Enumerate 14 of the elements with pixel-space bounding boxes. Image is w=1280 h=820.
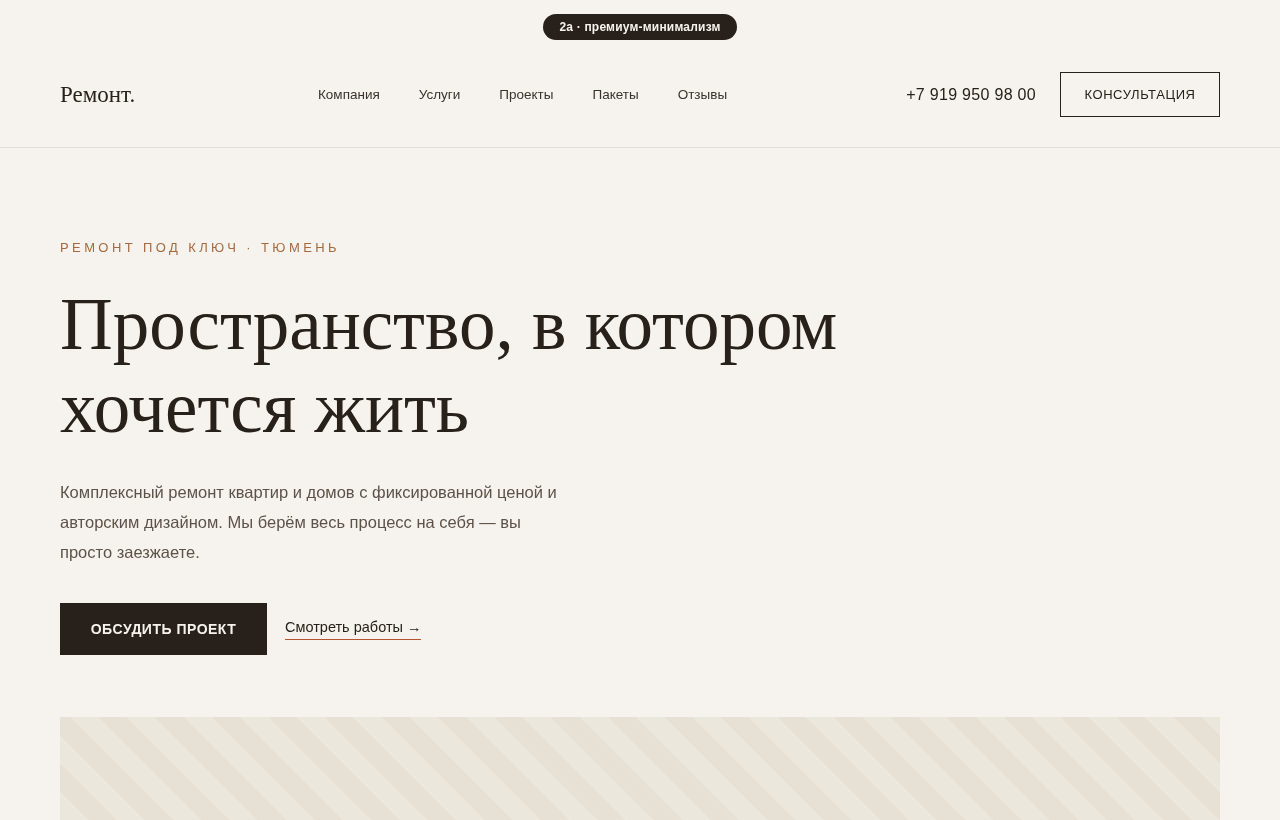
nav-link[interactable]: Услуги [418,87,461,102]
consultation-button[interactable]: КОНСУЛЬТАЦИЯ [1060,72,1220,117]
nav-link[interactable]: Проекты [499,87,554,102]
discuss-project-button[interactable]: ОБСУДИТЬ ПРОЕКТ [60,603,267,655]
nav-link[interactable]: Отзывы [677,87,728,102]
hero-title: Пространство, в котором хочется жить [60,283,839,449]
hero-description: Комплексный ремонт квартир и домов с фиксированной ценой и авторским дизайном. Мы берём весь процесс на себя — вы просто заезжаете. [60,482,558,563]
eyebrow-text: РЕМОНТ ПОД КЛЮЧ · ТЮМЕНЬ [60,240,340,255]
nav-link[interactable]: Пакеты [592,87,639,102]
view-works-link[interactable]: Смотреть работы → [285,618,422,640]
phone-link[interactable]: +7 919 950 98 00 [906,85,1036,104]
version-badge: 2а · премиум-минимализм [543,14,737,40]
logo[interactable]: Ремонт. [60,81,136,108]
nav-link[interactable]: Компания [318,87,380,102]
